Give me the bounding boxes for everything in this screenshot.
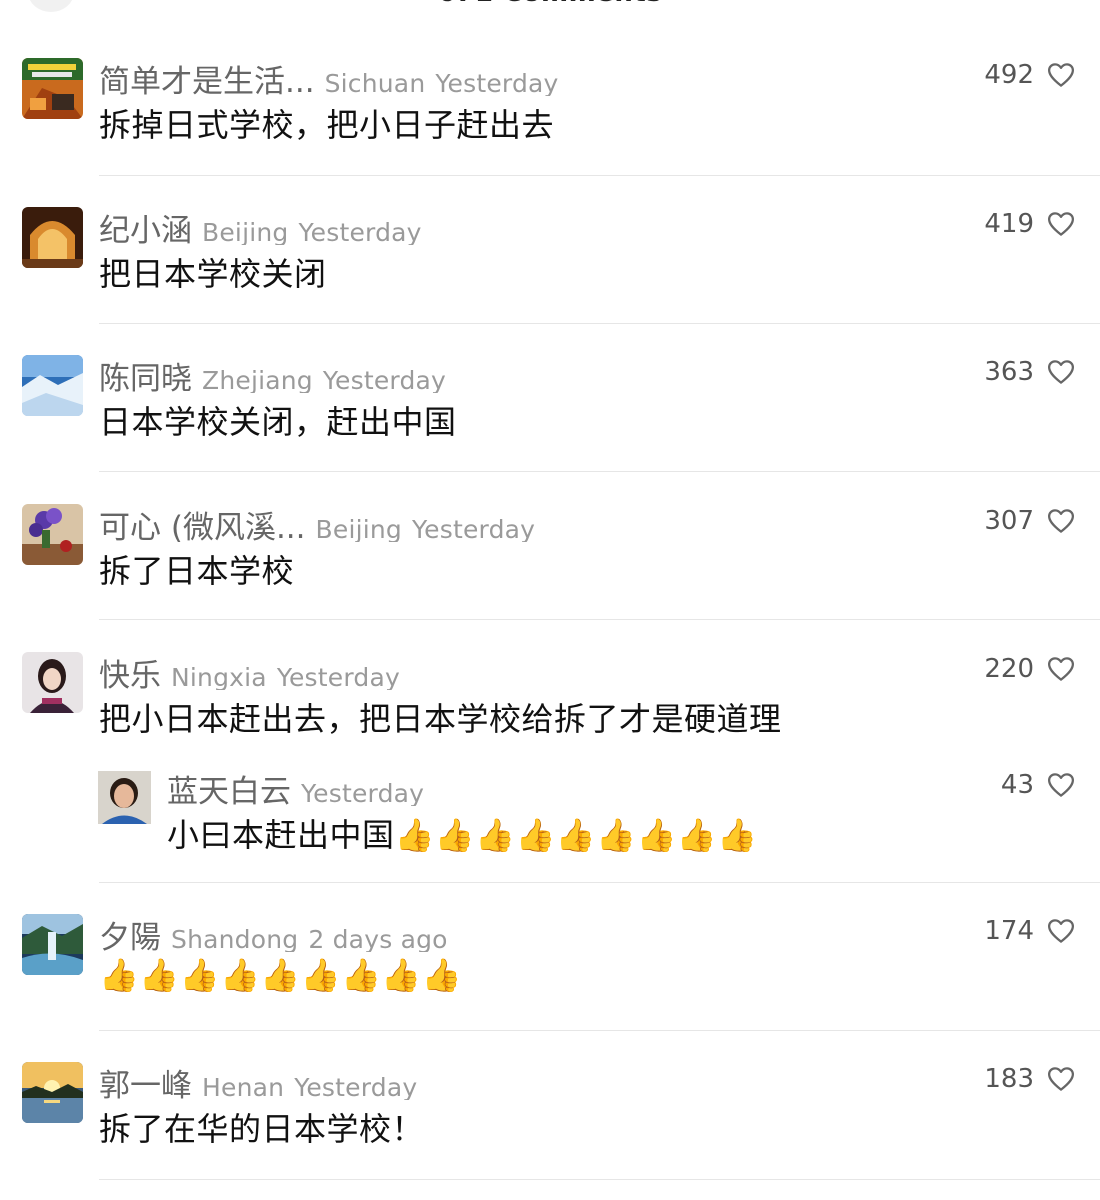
comment-meta: 郭一峰 Henan Yesterday (99, 1060, 950, 1100)
comment-text: 小曰本赶出中国👍👍👍👍👍👍👍👍👍 (167, 816, 758, 854)
avatar[interactable] (22, 504, 83, 565)
comment-author[interactable]: 快乐 (99, 658, 161, 690)
heart-icon[interactable] (1046, 770, 1076, 800)
avatar[interactable] (22, 355, 83, 416)
comment-time: Yesterday (435, 69, 559, 96)
comment-time: Yesterday (276, 663, 400, 690)
comment-author[interactable]: 夕陽 (99, 920, 161, 952)
comment-author[interactable]: 可心 (微风溪... (99, 510, 306, 542)
comment-meta: 可心 (微风溪... Beijing Yesterday (99, 502, 950, 542)
like-count: 492 (984, 60, 1034, 90)
heart-icon[interactable] (1046, 60, 1076, 90)
like-count: 220 (984, 654, 1034, 684)
comment-meta: 简单才是生活... Sichuan Yesterday (99, 56, 950, 96)
divider (99, 1179, 1100, 1180)
heart-icon[interactable] (1046, 209, 1076, 239)
divider (99, 1030, 1100, 1031)
avatar[interactable] (22, 58, 83, 119)
comment-text: 把日本学校关闭 (99, 255, 327, 293)
like-count: 43 (1000, 770, 1034, 800)
comment-text: 把小日本赶出去，把日本学校给拆了才是硬道理 (99, 700, 782, 738)
avatar[interactable] (22, 1062, 83, 1123)
like-count: 307 (984, 506, 1034, 536)
comment-author[interactable]: 纪小涵 (99, 213, 192, 245)
comment-time: Yesterday (301, 779, 425, 806)
avatar[interactable] (22, 652, 83, 713)
comment-text: 👍👍👍👍👍👍👍👍👍 (99, 956, 463, 994)
like-count: 183 (984, 1064, 1034, 1094)
comment-meta: 纪小涵 Beijing Yesterday (99, 205, 950, 245)
comment-region: Shandong (171, 925, 299, 952)
divider (99, 619, 1100, 620)
comment-region: Beijing (202, 218, 289, 245)
comment-meta: 蓝天白云 Yesterday (167, 766, 950, 806)
comment-time: Yesterday (322, 366, 447, 393)
comment-author[interactable]: 蓝天白云 (167, 774, 291, 806)
divider (99, 323, 1100, 324)
divider (99, 175, 1100, 176)
heart-icon[interactable] (1046, 506, 1076, 536)
comment-text: 拆掉日式学校，把小日子赶出去 (99, 106, 555, 144)
divider (99, 471, 1100, 472)
heart-icon[interactable] (1046, 916, 1076, 946)
comment-author[interactable]: 简单才是生活... (99, 64, 315, 96)
comment-time: Yesterday (412, 515, 536, 542)
heart-icon[interactable] (1046, 1064, 1076, 1094)
comment-meta: 快乐 Ningxia Yesterday (99, 650, 950, 690)
avatar[interactable] (22, 914, 83, 975)
comment-time: Yesterday (294, 1073, 418, 1100)
comment-meta: 陈同晓 Zhejiang Yesterday (99, 353, 950, 393)
comment-meta: 夕陽 Shandong 2 days ago (99, 912, 950, 952)
like-count: 363 (984, 357, 1034, 387)
comment-text: 拆了在华的日本学校！ (99, 1110, 425, 1148)
comment-region: Ningxia (171, 663, 267, 690)
comment-author[interactable]: 陈同晓 (99, 361, 192, 393)
like-count: 419 (984, 209, 1034, 239)
avatar[interactable] (22, 207, 83, 268)
avatar[interactable] (98, 771, 151, 824)
comment-region: Zhejiang (202, 366, 313, 393)
comment-text: 日本学校关闭，赶出中国 (99, 403, 457, 441)
comment-region: Sichuan (324, 69, 426, 96)
comment-time: 2 days ago (308, 925, 448, 952)
heart-icon[interactable] (1046, 654, 1076, 684)
comment-text: 拆了日本学校 (99, 552, 295, 590)
comment-time: Yesterday (298, 218, 422, 245)
like-count: 174 (984, 916, 1034, 946)
divider (99, 882, 1100, 883)
comments-count-title: 671 Comments (0, 0, 1100, 8)
heart-icon[interactable] (1046, 357, 1076, 387)
comment-region: Henan (202, 1073, 285, 1100)
comment-author[interactable]: 郭一峰 (99, 1068, 192, 1100)
comment-region: Beijing (315, 515, 402, 542)
